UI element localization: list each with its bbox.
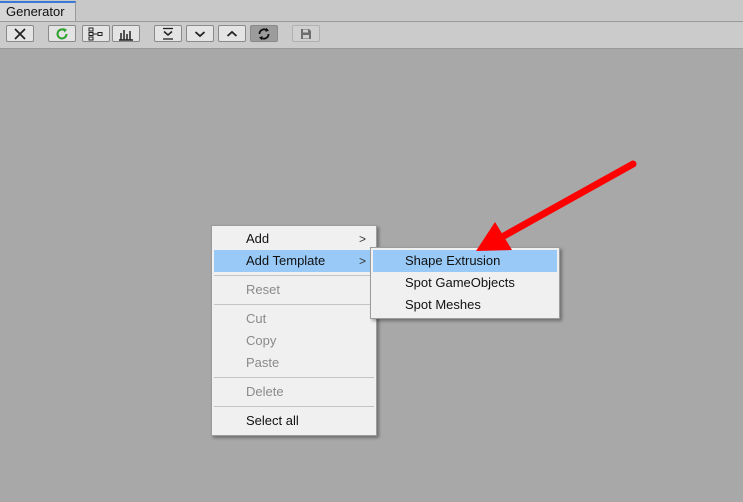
generator-window: Generator Add > Add Template > Reset Cut… xyxy=(0,0,743,502)
annotation-arrow-icon xyxy=(476,160,637,251)
